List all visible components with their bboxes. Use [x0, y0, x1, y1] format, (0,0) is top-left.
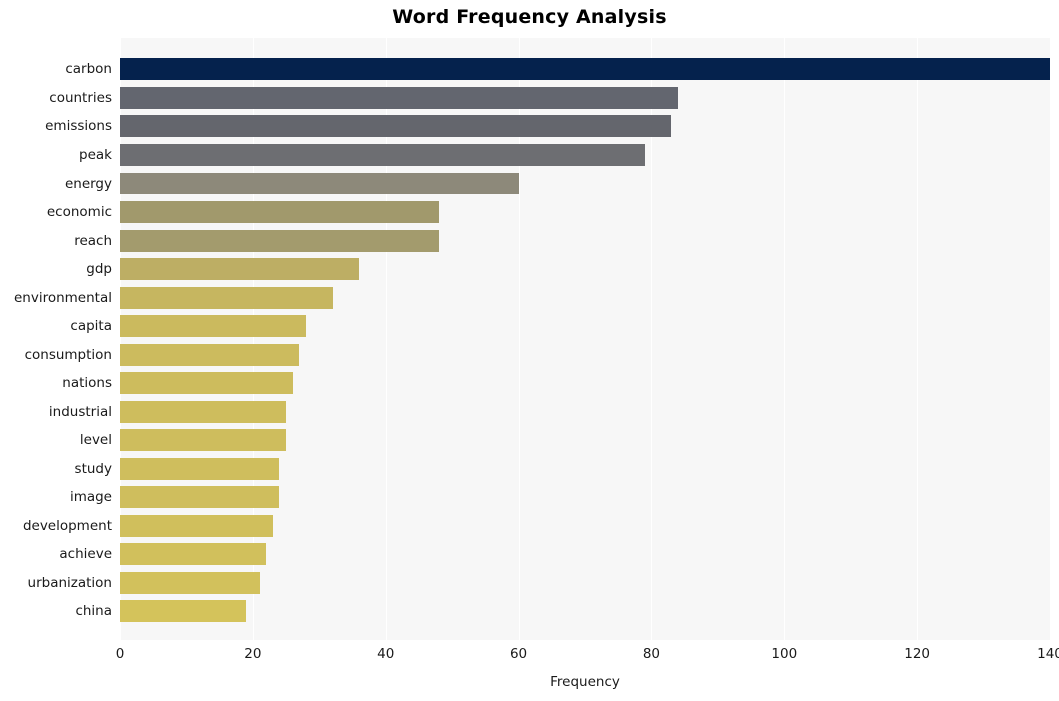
bar-image [120, 486, 280, 509]
y-tick-label-gdp: gdp [86, 261, 112, 278]
y-tick-label-urbanization: urbanization [27, 574, 112, 591]
bar-level [120, 429, 287, 452]
bar-peak [120, 143, 645, 166]
x-tick-label-120: 120 [904, 646, 931, 662]
y-tick-label-capita: capita [70, 318, 112, 335]
bar-row [120, 283, 1050, 312]
y-tick-label-economic: economic [46, 204, 112, 221]
bar-row [120, 112, 1050, 141]
bars-container [120, 38, 1050, 640]
bar-energy [120, 172, 519, 195]
x-tick-label-0: 0 [115, 646, 125, 662]
y-tick-label-peak: peak [79, 146, 112, 163]
y-tick-label-environmental: environmental [13, 289, 112, 306]
bar-row [120, 340, 1050, 369]
bar-achieve [120, 543, 267, 566]
bar-row [120, 226, 1050, 255]
bar-row [120, 397, 1050, 426]
y-tick-label-carbon: carbon [65, 61, 112, 78]
plot-area [120, 38, 1051, 640]
y-tick-label-industrial: industrial [48, 403, 112, 420]
y-tick-label-emissions: emissions [45, 118, 112, 135]
bar-economic [120, 201, 439, 223]
bar-countries [120, 86, 678, 109]
x-tick-label-40: 40 [377, 646, 395, 662]
bar-row [120, 169, 1050, 198]
chart-title: Word Frequency Analysis [392, 6, 667, 28]
x-tick-label-20: 20 [244, 646, 262, 662]
bar-row [120, 312, 1050, 341]
bar-gdp [120, 258, 360, 281]
bar-industrial [120, 400, 287, 423]
bar-row [120, 597, 1050, 626]
bar-row [120, 512, 1050, 541]
bar-carbon [120, 58, 1050, 81]
x-tick-label-80: 80 [642, 646, 661, 662]
bar-urbanization [120, 571, 260, 594]
x-axis-title: Frequency [550, 674, 620, 690]
bar-environmental [120, 286, 333, 309]
bar-row [120, 141, 1050, 170]
x-tick-label-140: 140 [1037, 646, 1059, 662]
y-tick-label-countries: countries [49, 89, 112, 106]
bar-nations [120, 372, 293, 395]
bar-row [120, 255, 1050, 284]
word-frequency-chart: Word Frequency Analysis carbon countries e… [0, 0, 1059, 701]
y-tick-label-level: level [79, 432, 112, 449]
gridline-140 [1050, 38, 1051, 640]
y-tick-label-china: china [75, 603, 112, 620]
y-tick-label-study: study [74, 460, 112, 477]
bar-consumption [120, 343, 300, 366]
bar-development [120, 514, 273, 537]
bar-row [120, 540, 1050, 569]
y-tick-label-nations: nations [62, 375, 112, 392]
y-tick-label-development: development [22, 517, 112, 534]
x-tick-label-60: 60 [509, 646, 528, 662]
y-tick-label-achieve: achieve [59, 546, 112, 563]
x-tick-label-100: 100 [771, 646, 798, 662]
bar-row [120, 369, 1050, 398]
y-tick-label-consumption: consumption [24, 346, 112, 363]
y-tick-label-reach: reach [74, 232, 112, 249]
bar-emissions [120, 115, 672, 138]
bar-row [120, 426, 1050, 455]
bar-row [120, 198, 1050, 227]
bar-row [120, 55, 1050, 84]
bar-china [120, 600, 247, 623]
y-axis-tick-labels: carbon countries emissions peak energy econom… [0, 38, 112, 640]
bar-row [120, 483, 1050, 512]
bar-capita [120, 315, 306, 338]
y-tick-label-image: image [69, 489, 112, 506]
bar-row [120, 84, 1050, 113]
x-axis-tick-labels: 0 20 40 60 80 100 120 140 [0, 646, 1059, 668]
bar-study [120, 457, 280, 480]
y-tick-label-energy: energy [64, 175, 112, 192]
bar-row [120, 455, 1050, 484]
bar-reach [120, 229, 439, 252]
bar-row [120, 569, 1050, 598]
